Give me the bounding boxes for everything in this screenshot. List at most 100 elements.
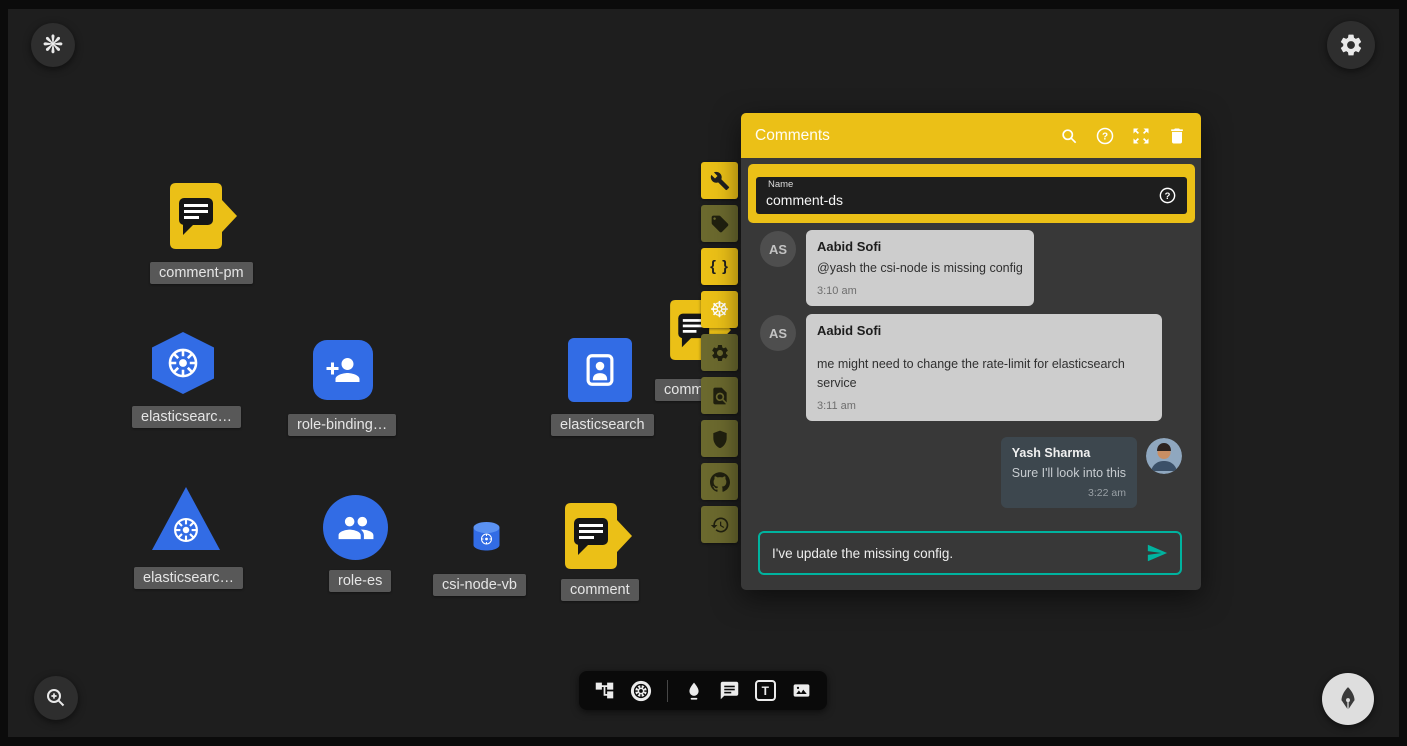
comments-panel: Comments ? Name ? AS Aa: [741, 113, 1201, 590]
svg-text:?: ?: [1102, 131, 1108, 142]
message-timestamp: 3:10 am: [817, 285, 1023, 297]
name-help-button[interactable]: ?: [1158, 186, 1177, 205]
tag-icon: [710, 214, 730, 234]
toolbar-braces-button[interactable]: { }: [701, 248, 738, 285]
node-label-comment-pm: comment-pm: [150, 262, 253, 284]
node-label-role-binding: role-binding…: [288, 414, 396, 436]
shield-icon: [710, 429, 730, 449]
media-icon: [791, 680, 812, 701]
expand-icon: [1131, 126, 1151, 146]
name-field-label: Name: [768, 179, 793, 190]
comment-shape-icon: [170, 183, 238, 249]
dock-flowchart-button[interactable]: [594, 680, 615, 701]
toolbar-find-in-page-button[interactable]: [701, 377, 738, 414]
node-label-elasticsearch-hex: elasticsearc…: [132, 406, 241, 428]
people-icon: [337, 509, 375, 547]
kubernetes-icon: [165, 345, 201, 381]
comments-help-button[interactable]: ?: [1095, 126, 1115, 146]
find-in-page-icon: [710, 386, 730, 406]
kubernetes-icon: [171, 515, 201, 545]
comment-input[interactable]: [772, 546, 1138, 561]
comment-icon: [719, 680, 740, 701]
toolbar-settings-button[interactable]: [701, 334, 738, 371]
toolbar-shield-button[interactable]: [701, 420, 738, 457]
toolbar-github-button[interactable]: [701, 463, 738, 500]
help-icon: ?: [1158, 186, 1177, 205]
pen-nib-icon: [1335, 686, 1361, 712]
avatar: AS: [760, 315, 796, 351]
node-role-binding[interactable]: [313, 340, 373, 400]
chat-message: Aabid Sofi me might need to change the r…: [806, 314, 1162, 421]
help-icon: ?: [1095, 126, 1115, 146]
dock-comment-button[interactable]: [719, 680, 740, 701]
node-comment-pm[interactable]: [170, 183, 238, 249]
message-text: Sure I'll look into this: [1012, 464, 1126, 483]
dock-divider: [667, 680, 668, 702]
name-field-wrapper: Name ?: [748, 164, 1195, 223]
github-icon: [710, 472, 730, 492]
avatar-initials: AS: [769, 242, 787, 257]
comments-delete-button[interactable]: [1167, 126, 1187, 146]
toolbar-history-button[interactable]: [701, 506, 738, 543]
avatar: AS: [760, 231, 796, 267]
service-account-icon: [581, 351, 619, 389]
chat-message: Aabid Sofi @yash the csi-node is missing…: [806, 230, 1034, 306]
node-label-csi-node-vb: csi-node-vb: [433, 574, 526, 596]
message-author: Aabid Sofi: [817, 239, 1023, 254]
comment-shape-icon: [565, 503, 633, 569]
chat-message: Yash Sharma Sure I'll look into this 3:2…: [1001, 437, 1137, 508]
dock-text-button[interactable]: T: [755, 680, 776, 701]
comments-search-button[interactable]: [1059, 126, 1079, 146]
message-text: me might need to change the rate-limit f…: [817, 355, 1151, 393]
toolbar-kubernetes-button[interactable]: ☸: [701, 291, 738, 328]
message-author: Aabid Sofi: [817, 323, 1151, 338]
message-timestamp: 3:22 am: [1012, 487, 1126, 499]
node-label-comment: comment: [561, 579, 639, 601]
send-icon: [1146, 542, 1168, 564]
dock-media-button[interactable]: [791, 680, 812, 701]
ink-drop-icon: [684, 681, 704, 701]
wrench-icon: [710, 171, 730, 191]
avatar-initials: AS: [769, 326, 787, 341]
search-icon: [1059, 126, 1079, 146]
toolbar-wrench-button[interactable]: [701, 162, 738, 199]
zoom-in-icon: [44, 686, 68, 710]
avatar-photo: [1146, 438, 1182, 474]
kubernetes-icon: [630, 680, 652, 702]
name-input[interactable]: [766, 184, 1158, 208]
zoom-in-button[interactable]: [34, 676, 78, 720]
comment-input-wrapper: [758, 531, 1182, 575]
braces-icon: { }: [710, 258, 729, 275]
panel-title: Comments: [755, 127, 830, 145]
app-logo-icon: ❋: [43, 30, 64, 60]
settings-button[interactable]: [1327, 21, 1375, 69]
kubernetes-icon: ☸: [710, 299, 730, 321]
app-logo-button[interactable]: ❋: [31, 23, 75, 67]
message-text: @yash the csi-node is missing config: [817, 259, 1023, 278]
message-author: Yash Sharma: [1012, 446, 1126, 460]
toolbar-tag-button[interactable]: [701, 205, 738, 242]
node-comment[interactable]: [565, 503, 633, 569]
node-label-elasticsearch: elasticsearch: [551, 414, 654, 436]
node-label-elasticsearch-tri: elasticsearc…: [134, 567, 243, 589]
node-role-es[interactable]: [323, 495, 388, 560]
node-label-role-es: role-es: [329, 570, 391, 592]
history-icon: [710, 515, 730, 535]
storage-cylinder-icon: [471, 520, 502, 553]
user-photo: [1146, 438, 1182, 474]
pen-tool-button[interactable]: [1322, 673, 1374, 725]
node-csi-node-vb[interactable]: [471, 520, 502, 553]
message-timestamp: 3:11 am: [817, 400, 1151, 412]
svg-text:?: ?: [1165, 191, 1171, 202]
gear-icon: [1338, 32, 1364, 58]
trash-icon: [1167, 126, 1187, 146]
gear-icon: [710, 343, 730, 363]
person-add-icon: [325, 352, 361, 388]
comments-expand-button[interactable]: [1131, 126, 1151, 146]
dock-ink-drop-button[interactable]: [684, 681, 704, 701]
dock-kubernetes-button[interactable]: [630, 680, 652, 702]
send-button[interactable]: [1146, 542, 1168, 564]
node-elasticsearch-square[interactable]: [568, 338, 632, 402]
comments-panel-header[interactable]: Comments ?: [741, 113, 1201, 158]
text-tool-icon: T: [755, 680, 776, 701]
